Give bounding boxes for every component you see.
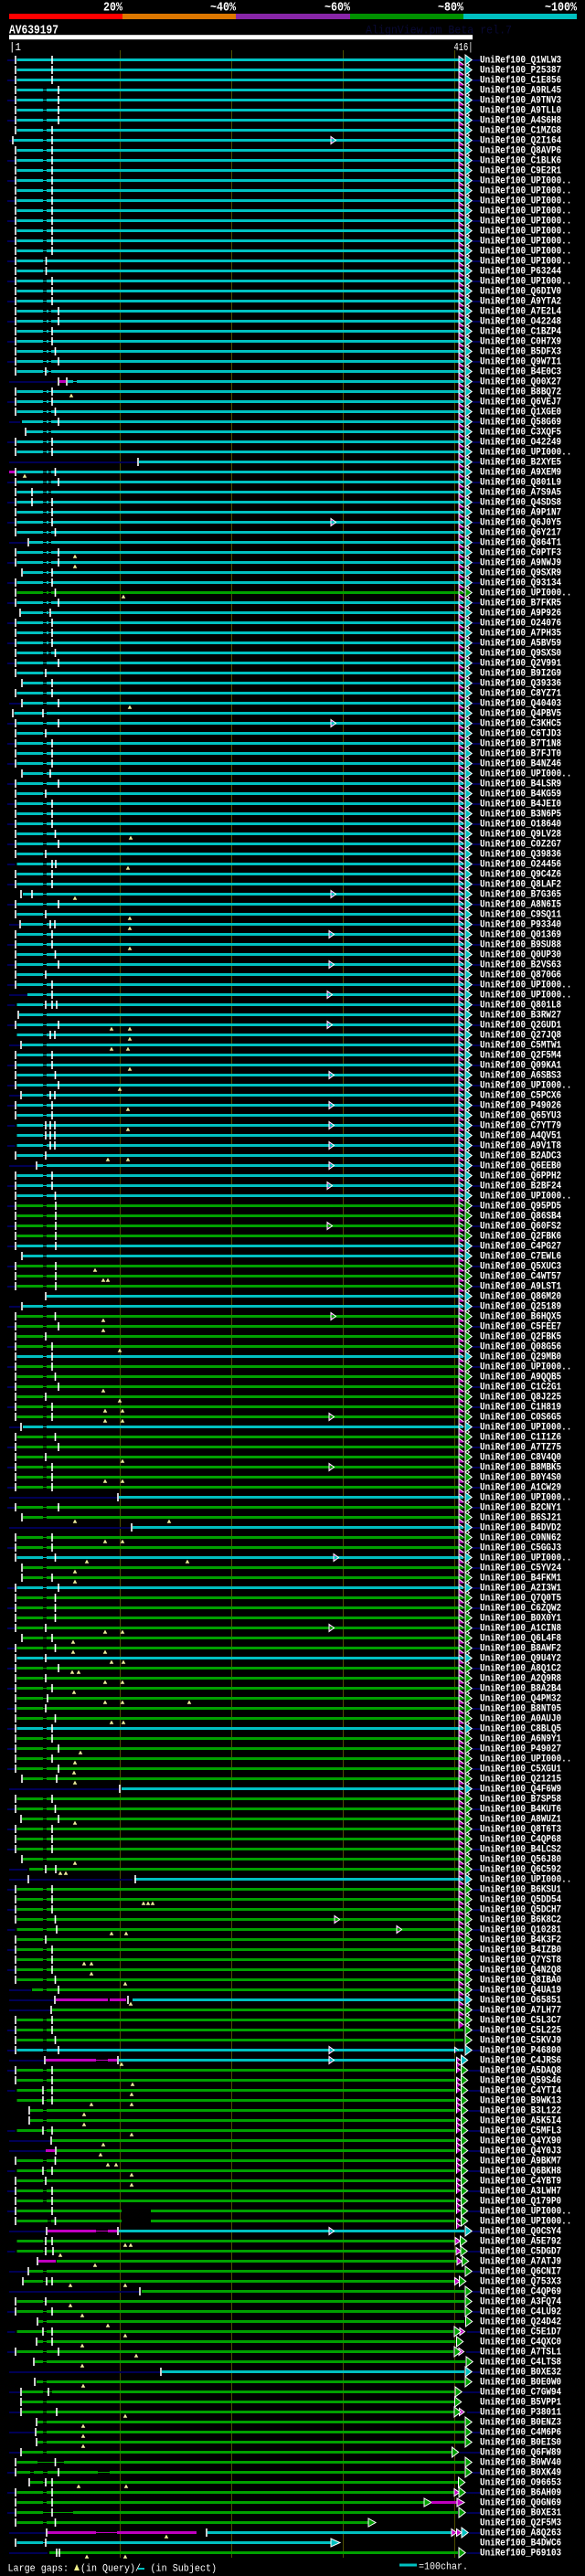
svg-text:~100%: ~100% <box>545 1 577 16</box>
svg-text:~80%: ~80% <box>438 1 463 16</box>
svg-text:(in Query)/: (in Query)/ <box>80 2564 141 2575</box>
svg-text:=100char.: =100char. <box>419 2562 468 2573</box>
svg-text:416|: 416| <box>454 41 473 54</box>
svg-text:~40%: ~40% <box>210 1 236 16</box>
svg-text:|1: |1 <box>9 41 21 54</box>
svg-text:~60%: ~60% <box>324 1 350 16</box>
svg-text:UniRef100_P69103: UniRef100_P69103 <box>480 2549 561 2560</box>
svg-text:Large gaps:: Large gaps: <box>8 2564 69 2575</box>
svg-text:(in Subject): (in Subject) <box>151 2564 218 2575</box>
svg-text:20%: 20% <box>103 1 122 16</box>
